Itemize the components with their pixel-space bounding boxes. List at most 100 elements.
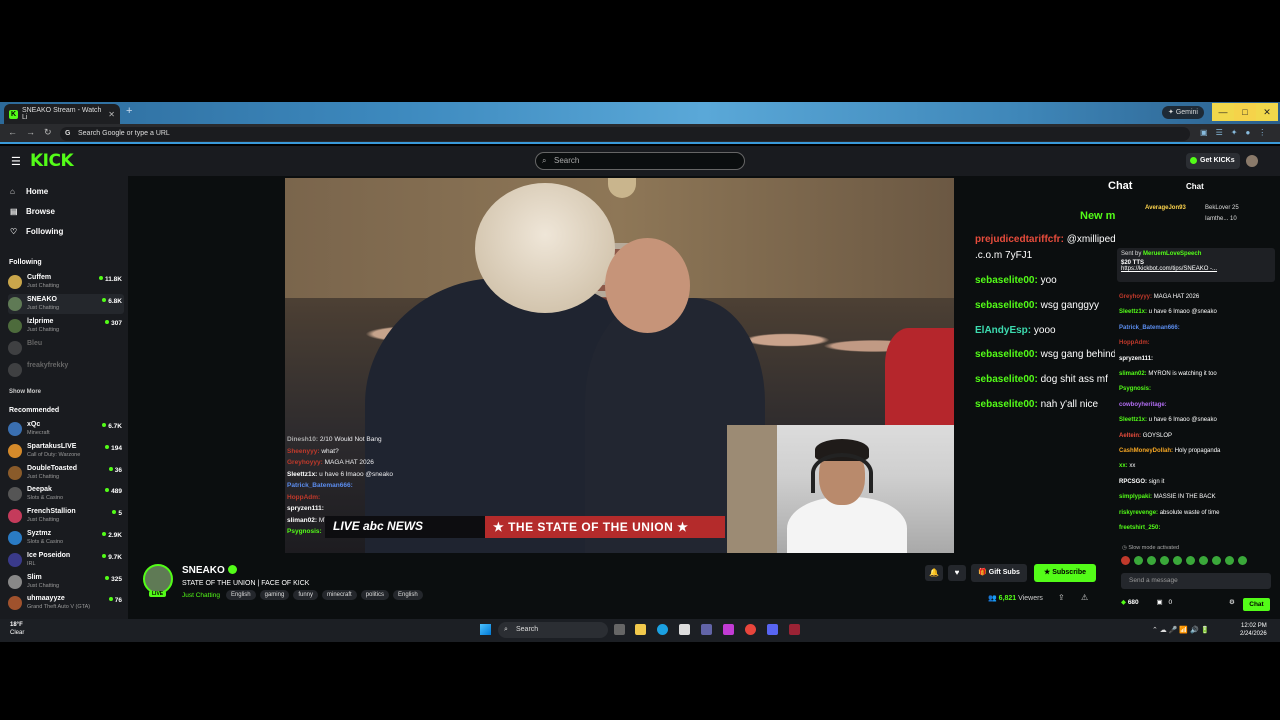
- extension-icon[interactable]: ☰: [1216, 128, 1223, 137]
- copilot-icon[interactable]: [723, 624, 734, 635]
- teams-icon[interactable]: [701, 624, 712, 635]
- chat-username[interactable]: Patrick_Bateman666:: [1119, 325, 1180, 331]
- sidebar-channel[interactable]: lzlprime Just Chatting 307: [8, 316, 124, 336]
- maximize-icon[interactable]: □: [1234, 103, 1256, 121]
- sidebar-nav-following[interactable]: ♡ Following: [10, 227, 63, 236]
- channel-avatar[interactable]: [143, 564, 173, 594]
- category-link[interactable]: Just Chatting: [182, 592, 220, 599]
- close-tab-icon[interactable]: ✕: [108, 110, 115, 119]
- edge-icon[interactable]: [657, 624, 668, 635]
- sidebar-channel[interactable]: uhmaayyze Grand Theft Auto V (GTA) 76: [8, 593, 124, 613]
- stream-tag[interactable]: politics: [360, 590, 390, 600]
- pinned-message[interactable]: Sent by MeruemLoveSpeech $20 TTS https:/…: [1117, 248, 1275, 282]
- chat-username[interactable]: riskyrevenge:: [1119, 510, 1158, 516]
- stream-tag[interactable]: English: [225, 590, 256, 600]
- chat-message[interactable]: Aeltein: GOYSLOP: [1119, 433, 1172, 439]
- chat-username[interactable]: simplypaki:: [1119, 494, 1152, 500]
- app-icon[interactable]: [789, 624, 800, 635]
- chat-message[interactable]: riskyrevenge: absolute waste of time: [1119, 510, 1219, 516]
- back-icon[interactable]: ←: [8, 127, 17, 137]
- emote-icon[interactable]: [1160, 556, 1169, 565]
- browser-tab[interactable]: K SNEAKO Stream - Watch Li ✕: [4, 104, 120, 124]
- chat-username[interactable]: Psygnosis:: [1119, 386, 1151, 392]
- hamburger-menu-icon[interactable]: ☰: [11, 155, 21, 168]
- discord-icon[interactable]: [767, 624, 778, 635]
- emote-icon[interactable]: [1225, 556, 1234, 565]
- share-icon[interactable]: ⇪: [1058, 593, 1065, 602]
- forward-icon[interactable]: →: [26, 127, 35, 137]
- sidebar-channel[interactable]: DoubleToasted Just Chatting 36: [8, 463, 124, 483]
- settings-icon[interactable]: ⚙: [1229, 598, 1235, 606]
- chat-username[interactable]: Sleettz1x:: [1119, 417, 1147, 423]
- extension-icon[interactable]: ▣: [1200, 128, 1208, 137]
- chat-message[interactable]: Psygnosis:: [1119, 386, 1151, 392]
- chat-message[interactable]: RPCSGO: sign it: [1119, 479, 1164, 485]
- reload-icon[interactable]: ↻: [44, 127, 52, 138]
- system-tray[interactable]: ⌃ ☁ 🎤 📶 🔊 🔋: [1152, 626, 1209, 634]
- sidebar-channel[interactable]: Slim Just Chatting 325: [8, 572, 124, 592]
- windows-start-icon[interactable]: [480, 624, 491, 635]
- sidebar-channel[interactable]: freakyfrekky: [8, 360, 124, 380]
- chat-username[interactable]: RPCSGO:: [1119, 479, 1147, 485]
- weather-widget[interactable]: 18°F Clear: [10, 621, 24, 637]
- extension-icon[interactable]: ✦: [1231, 128, 1238, 137]
- file-explorer-icon[interactable]: [635, 624, 646, 635]
- sidebar-channel[interactable]: FrenchStallion Just Chatting 5: [8, 506, 124, 526]
- store-icon[interactable]: [679, 624, 690, 635]
- kick-logo[interactable]: KICK: [30, 151, 74, 171]
- emote-icon[interactable]: [1147, 556, 1156, 565]
- chat-message[interactable]: Sleettz1x: u have 6 lmaoo @sneako: [1119, 309, 1217, 315]
- chat-message[interactable]: Greyhoyyy: MAGA HAT 2026: [1119, 294, 1199, 300]
- chat-username[interactable]: Sleettz1x:: [1119, 309, 1147, 315]
- follow-heart-icon[interactable]: ♥: [948, 565, 966, 581]
- sidebar-nav-home[interactable]: ⌂ Home: [10, 187, 48, 196]
- sidebar-channel[interactable]: xQc Minecraft 6.7K: [8, 419, 124, 439]
- chat-username[interactable]: sliman02:: [1119, 371, 1147, 377]
- chat-username[interactable]: Greyhoyyy:: [1119, 294, 1152, 300]
- chat-send-button[interactable]: Chat: [1243, 598, 1270, 611]
- task-view-icon[interactable]: [614, 624, 625, 635]
- stream-tag[interactable]: gaming: [259, 590, 290, 600]
- chat-username[interactable]: xx:: [1119, 463, 1128, 469]
- chat-message[interactable]: cowboyheritage:: [1119, 402, 1167, 408]
- sidebar-channel[interactable]: Deepak Slots & Casino 489: [8, 484, 124, 504]
- chat-message[interactable]: xx: xx: [1119, 463, 1135, 469]
- omnibox[interactable]: G Search Google or type a URL: [60, 127, 1190, 141]
- chat-username[interactable]: freetshirt_250:: [1119, 525, 1160, 531]
- search-input[interactable]: ⌕ Search: [535, 152, 745, 170]
- chat-message[interactable]: spryzen111:: [1119, 356, 1153, 362]
- pinned-link[interactable]: https://kickbot.com/tips/SNEAKO -...: [1121, 266, 1217, 272]
- sidebar-channel[interactable]: Bleu: [8, 338, 124, 358]
- emote-icon[interactable]: [1173, 556, 1182, 565]
- close-window-icon[interactable]: ✕: [1256, 103, 1278, 121]
- subscribe-button[interactable]: ★ Subscribe: [1034, 564, 1096, 582]
- show-more-link[interactable]: Show More: [9, 389, 41, 395]
- stream-tag[interactable]: English: [393, 590, 423, 600]
- gift-subs-button[interactable]: 🎁 Gift Subs: [971, 564, 1027, 582]
- chat-message[interactable]: Sleettz1x: u have 6 lmaoo @sneako: [1119, 417, 1217, 423]
- taskbar-search[interactable]: ⌕ Search: [498, 622, 608, 638]
- chat-message[interactable]: CashMoneyDollah: Holy propaganda: [1119, 448, 1220, 454]
- emote-icon[interactable]: [1238, 556, 1247, 565]
- emote-icon[interactable]: [1212, 556, 1221, 565]
- chat-message[interactable]: simplypaki: MASSIE IN THE BACK: [1119, 494, 1216, 500]
- emote-icon[interactable]: [1134, 556, 1143, 565]
- sidebar-channel[interactable]: Syztmz Slots & Casino 2.9K: [8, 528, 124, 548]
- chat-username[interactable]: CashMoneyDollah:: [1119, 448, 1173, 454]
- taskbar-clock[interactable]: 12:02 PM 2/24/2026: [1240, 622, 1267, 638]
- sidebar-channel[interactable]: SNEAKO Just Chatting 6.8K: [8, 294, 124, 314]
- emote-icon[interactable]: [1121, 556, 1130, 565]
- report-icon[interactable]: ⚠: [1081, 593, 1088, 602]
- stream-tag[interactable]: funny: [293, 590, 318, 600]
- chrome-icon[interactable]: [745, 624, 756, 635]
- chat-message[interactable]: freetshirt_250:: [1119, 525, 1160, 531]
- emote-icon[interactable]: [1199, 556, 1208, 565]
- chat-message[interactable]: HoppAdm:: [1119, 340, 1150, 346]
- sidebar-channel[interactable]: Ice Poseidon IRL 9.7K: [8, 550, 124, 570]
- minimize-icon[interactable]: —: [1212, 103, 1234, 121]
- chat-username[interactable]: cowboyheritage:: [1119, 402, 1167, 408]
- stream-tag[interactable]: minecraft: [322, 590, 357, 600]
- channel-name[interactable]: SNEAKO: [182, 565, 237, 576]
- profile-icon[interactable]: ●: [1245, 128, 1250, 137]
- get-kicks-button[interactable]: Get KICKs: [1186, 153, 1240, 169]
